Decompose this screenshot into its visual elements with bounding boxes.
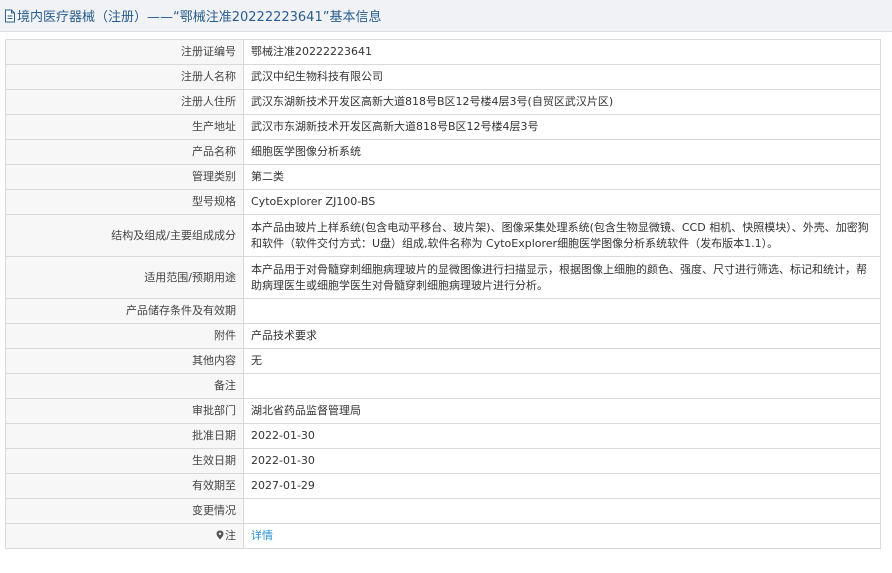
row-value-change-history bbox=[243, 498, 881, 524]
row-value-intended-use: 本产品用于对骨髓穿刺细胞病理玻片的显微图像进行扫描显示，根据图像上细胞的颜色、强… bbox=[243, 256, 881, 299]
page-title: 境内医疗器械（注册）——“鄂械注准20222223641”基本信息 bbox=[17, 10, 382, 25]
row-value-other-content: 无 bbox=[243, 348, 881, 374]
row-value-remarks bbox=[243, 373, 881, 399]
table-row: 型号规格 CytoExplorer ZJ100-BS bbox=[5, 189, 881, 215]
row-value-storage-validity bbox=[243, 298, 881, 324]
row-label-intended-use: 适用范围/预期用途 bbox=[5, 256, 244, 299]
table-row: 变更情况 bbox=[5, 498, 881, 524]
table-row: 适用范围/预期用途 本产品用于对骨髓穿刺细胞病理玻片的显微图像进行扫描显示，根据… bbox=[5, 256, 881, 299]
row-label-valid-until: 有效期至 bbox=[5, 473, 244, 499]
row-value-approval-department: 湖北省药品监督管理局 bbox=[243, 398, 881, 424]
table-row: 产品名称 细胞医学图像分析系统 bbox=[5, 139, 881, 165]
details-link[interactable]: 详情 bbox=[251, 529, 273, 542]
row-label-attachment: 附件 bbox=[5, 323, 244, 349]
table-row: 生效日期 2022-01-30 bbox=[5, 448, 881, 474]
row-value-attachment: 产品技术要求 bbox=[243, 323, 881, 349]
table-row: 产品储存条件及有效期 bbox=[5, 298, 881, 324]
table-row: 管理类别 第二类 bbox=[5, 164, 881, 190]
pin-icon bbox=[216, 529, 224, 540]
row-label-registrant-name: 注册人名称 bbox=[5, 64, 244, 90]
basic-info-table: 注册证编号 鄂械注准20222223641 注册人名称 武汉中纪生物科技有限公司… bbox=[5, 39, 881, 549]
row-value-approval-date: 2022-01-30 bbox=[243, 423, 881, 449]
row-label-remarks: 备注 bbox=[5, 373, 244, 399]
row-label-storage-validity: 产品储存条件及有效期 bbox=[5, 298, 244, 324]
row-label-management-class: 管理类别 bbox=[5, 164, 244, 190]
row-label-note: 注 bbox=[5, 523, 244, 549]
table-row: 附件 产品技术要求 bbox=[5, 323, 881, 349]
table-row: 其他内容 无 bbox=[5, 348, 881, 374]
document-icon bbox=[4, 9, 16, 23]
row-label-model-spec: 型号规格 bbox=[5, 189, 244, 215]
table-row: 生产地址 武汉市东湖新技术开发区高新大道818号B区12号楼4层3号 bbox=[5, 114, 881, 140]
row-value-structure-composition: 本产品由玻片上样系统(包含电动平移台、玻片架)、图像采集处理系统(包含生物显微镜… bbox=[243, 214, 881, 257]
row-value-effective-date: 2022-01-30 bbox=[243, 448, 881, 474]
page-header: 境内医疗器械（注册）——“鄂械注准20222223641”基本信息 bbox=[0, 0, 892, 32]
row-label-registrant-address: 注册人住所 bbox=[5, 89, 244, 115]
row-value-model-spec: CytoExplorer ZJ100-BS bbox=[243, 189, 881, 215]
table-row: 审批部门 湖北省药品监督管理局 bbox=[5, 398, 881, 424]
table-row: 备注 bbox=[5, 373, 881, 399]
row-value-note: 详情 bbox=[243, 523, 881, 549]
table-row: 注册人住所 武汉东湖新技术开发区高新大道818号B区12号楼4层3号(自贸区武汉… bbox=[5, 89, 881, 115]
row-value-valid-until: 2027-01-29 bbox=[243, 473, 881, 499]
row-label-approval-date: 批准日期 bbox=[5, 423, 244, 449]
row-label-change-history: 变更情况 bbox=[5, 498, 244, 524]
row-label-approval-department: 审批部门 bbox=[5, 398, 244, 424]
row-value-registration-number: 鄂械注准20222223641 bbox=[243, 39, 881, 65]
row-value-management-class: 第二类 bbox=[243, 164, 881, 190]
table-row: 注册证编号 鄂械注准20222223641 bbox=[5, 39, 881, 65]
row-label-production-address: 生产地址 bbox=[5, 114, 244, 140]
row-label-effective-date: 生效日期 bbox=[5, 448, 244, 474]
row-label-registration-number: 注册证编号 bbox=[5, 39, 244, 65]
row-value-registrant-address: 武汉东湖新技术开发区高新大道818号B区12号楼4层3号(自贸区武汉片区) bbox=[243, 89, 881, 115]
row-value-registrant-name: 武汉中纪生物科技有限公司 bbox=[243, 64, 881, 90]
note-label: 注 bbox=[225, 529, 236, 542]
table-row: 批准日期 2022-01-30 bbox=[5, 423, 881, 449]
table-row: 结构及组成/主要组成成分 本产品由玻片上样系统(包含电动平移台、玻片架)、图像采… bbox=[5, 214, 881, 257]
row-label-product-name: 产品名称 bbox=[5, 139, 244, 165]
row-label-other-content: 其他内容 bbox=[5, 348, 244, 374]
row-value-production-address: 武汉市东湖新技术开发区高新大道818号B区12号楼4层3号 bbox=[243, 114, 881, 140]
table-row: 有效期至 2027-01-29 bbox=[5, 473, 881, 499]
table-row: 注册人名称 武汉中纪生物科技有限公司 bbox=[5, 64, 881, 90]
row-value-product-name: 细胞医学图像分析系统 bbox=[243, 139, 881, 165]
row-label-structure-composition: 结构及组成/主要组成成分 bbox=[5, 214, 244, 257]
table-row: 注 详情 bbox=[5, 523, 881, 549]
